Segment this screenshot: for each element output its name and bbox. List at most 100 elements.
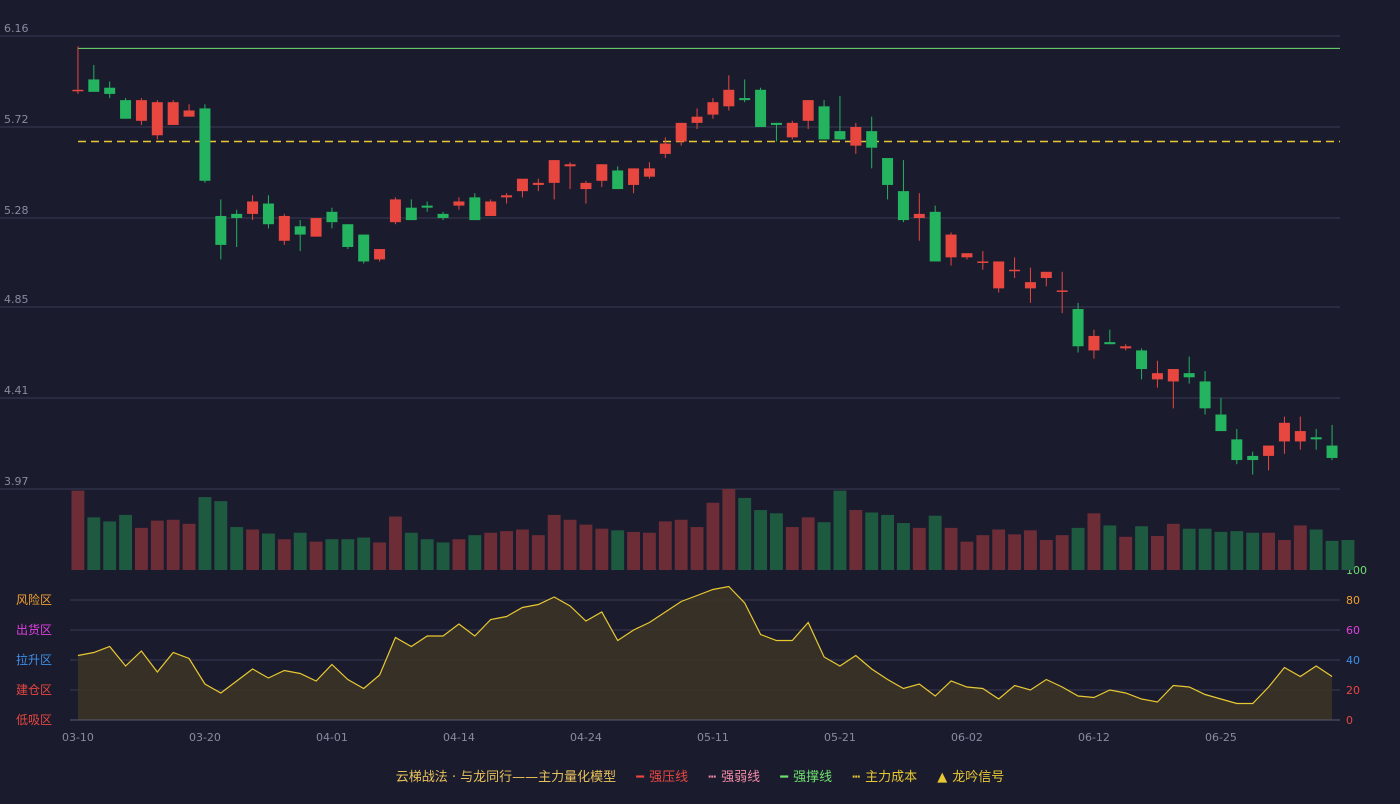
candle-body [1183,373,1195,378]
price-axis-label: 4.85 [4,293,29,306]
volume-bar [516,529,529,570]
candle-body [485,201,497,216]
volume-bar [246,529,259,570]
candle-body [469,197,481,221]
volume-bar [293,532,307,570]
pink-dash-icon: ┅ [708,770,717,785]
candle-body [818,106,830,140]
oscillator-axis-label: 40 [1346,654,1360,667]
volume-bar [785,527,799,570]
candle-body [913,213,925,219]
candle-body [389,199,401,223]
candle-body [88,79,100,92]
legend-strong-pressure[interactable]: ━ 强压线 [636,766,688,785]
volume-bar [1214,531,1228,570]
legend-strong-support[interactable]: ━ 强撑线 [780,766,832,785]
volume-bar [690,527,704,570]
volume-bar [500,531,513,570]
volume-bar [770,513,783,570]
candle-body [739,98,751,101]
x-axis-label: 03-20 [189,731,221,744]
x-axis-label: 03-10 [62,731,94,744]
candle-body [548,160,560,183]
candle-body [850,127,862,146]
candle-body [135,100,147,121]
volume-bar [865,512,879,570]
candle-body [1231,439,1243,461]
candle-body [405,207,417,221]
candle-body [1120,346,1132,349]
candle-body [786,122,798,138]
candle-body [437,213,449,219]
oscillator-axis-label: 80 [1346,594,1360,607]
candle-body [1024,282,1036,289]
volume-bar [1182,528,1196,570]
candle-body [866,131,878,148]
x-axis-label: 06-02 [951,731,983,744]
x-axis-label: 04-24 [570,731,602,744]
yellow-dash-icon: ┅ [852,770,861,785]
chart-legend: 云梯战法 · 与龙同行——主力量化模型 ━ 强压线 ┅ 强弱线 ━ 强撑线 ┅ 主力成本… [0,766,1400,785]
green-line-icon: ━ [780,770,789,785]
volume-bar [595,528,609,570]
volume-bar [531,535,545,570]
red-line-icon: ━ [636,770,645,785]
volume-bar [944,527,958,570]
legend-weak-line[interactable]: ┅ 强弱线 [708,766,760,785]
candle-body [643,168,655,177]
x-axis-label: 06-12 [1078,731,1110,744]
volume-bar [1151,535,1164,570]
volume-bar [1008,534,1021,570]
volume-bar [230,527,244,570]
oscillator-axis-label: 60 [1346,624,1360,637]
volume-bar [960,541,974,570]
volume-bar [182,523,196,570]
candle-body [1009,269,1021,272]
candle-body [453,201,465,206]
risk-zone-label: 拉升区 [16,652,52,667]
candle-body [516,178,528,192]
volume-bar [373,542,386,570]
price-axis-label: 4.41 [4,384,29,397]
legend-main-cost[interactable]: ┅ 主力成本 [852,766,917,785]
legend-model-title: 云梯战法 · 与龙同行——主力量化模型 [395,770,617,785]
candle-body [977,261,989,263]
candle-body [770,122,782,125]
candle-body [421,205,433,208]
volume-bar [150,520,164,570]
x-axis-label: 06-25 [1205,731,1237,744]
candle-body [691,116,703,123]
candle-body [723,89,735,107]
volume-bar [563,519,577,570]
volume-bar [341,539,355,570]
candle-body [929,211,941,262]
candle-body [659,143,671,154]
volume-bar [484,532,498,570]
risk-zone-label: 风险区 [16,592,52,607]
volume-bar [166,519,180,570]
chart-container: 6.16 5.72 5.28 4.85 4.41 3.97 100 80 60 40 20 0 风险区出… [0,0,1400,800]
x-axis-label: 05-21 [824,731,856,744]
price-axis-label: 3.97 [4,475,29,488]
candle-body [1167,369,1179,382]
legend-strong-support-label: 强撑线 [793,770,833,785]
candle-body [564,164,576,167]
volume-bar [1309,529,1323,570]
candle-body [72,89,84,92]
volume-bar [849,510,863,570]
volume-bar [754,510,767,570]
candle-body [167,102,179,125]
candle-body [532,182,544,185]
candlestick-chart: 6.165.725.284.854.413.97100806040200风险区出… [0,22,1367,744]
x-axis-label: 04-01 [316,731,348,744]
volume-bar [881,514,894,570]
candle-body [278,215,290,241]
candle-body [1278,422,1290,442]
volume-bar [277,539,291,570]
legend-signal[interactable]: ▲ 龙吟信号 [937,766,1004,785]
volume-bar [627,531,640,570]
candle-body [1215,414,1227,432]
legend-signal-label: 龙吟信号 [952,770,1005,785]
volume-bar [262,533,275,570]
candle-body [247,201,259,214]
